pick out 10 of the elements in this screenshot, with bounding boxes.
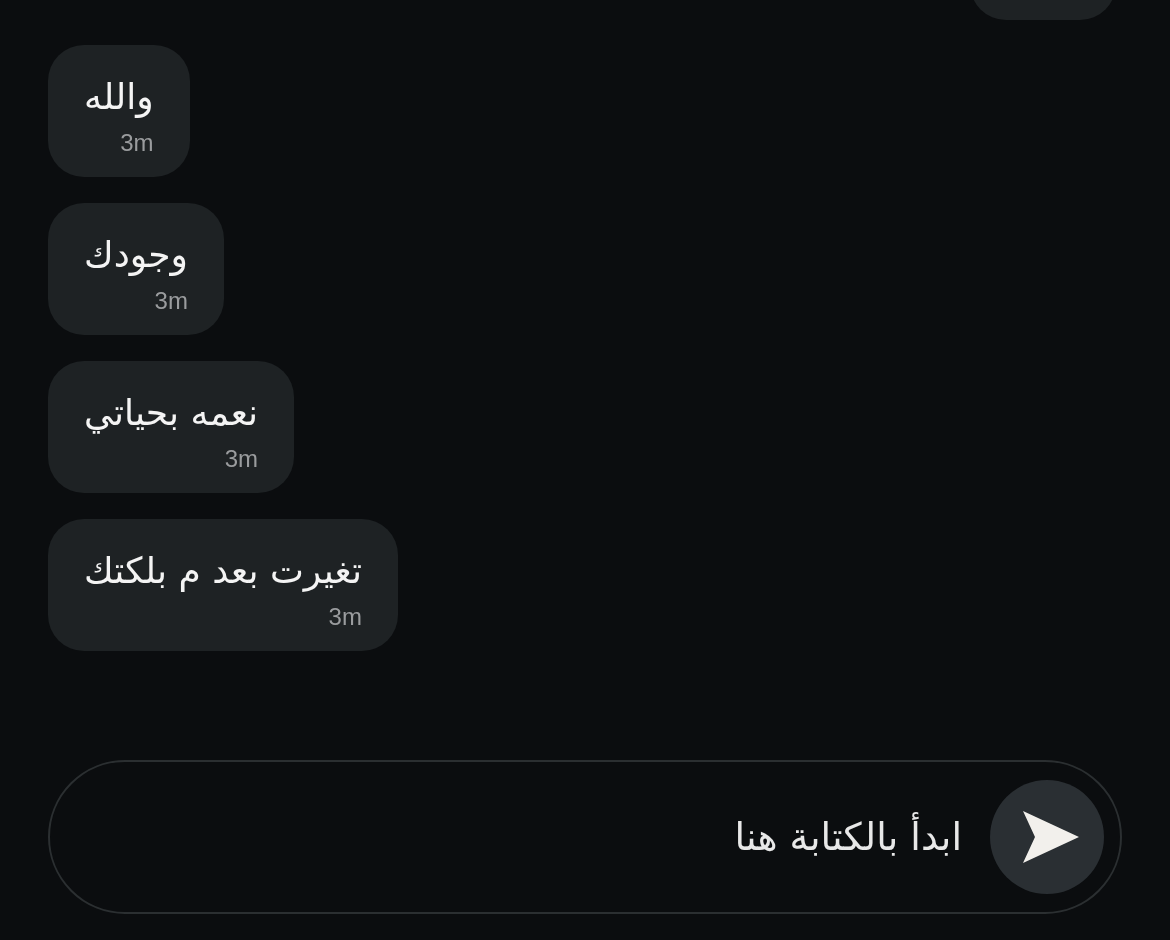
message-time: 3m [224,444,259,474]
message-input[interactable]: ابدأ بالكتابة هنا [48,760,1122,914]
message-text: تغيرت بعد م بلكتك [84,549,362,594]
send-icon [1021,809,1081,865]
message-time: 3m [120,128,154,158]
message-text: نعمه بحياتي [84,391,259,436]
message-text: وجودك [84,233,188,278]
message-time: 3m [328,602,362,632]
message-text: والله [84,75,154,120]
message-time: 3m [154,286,188,316]
